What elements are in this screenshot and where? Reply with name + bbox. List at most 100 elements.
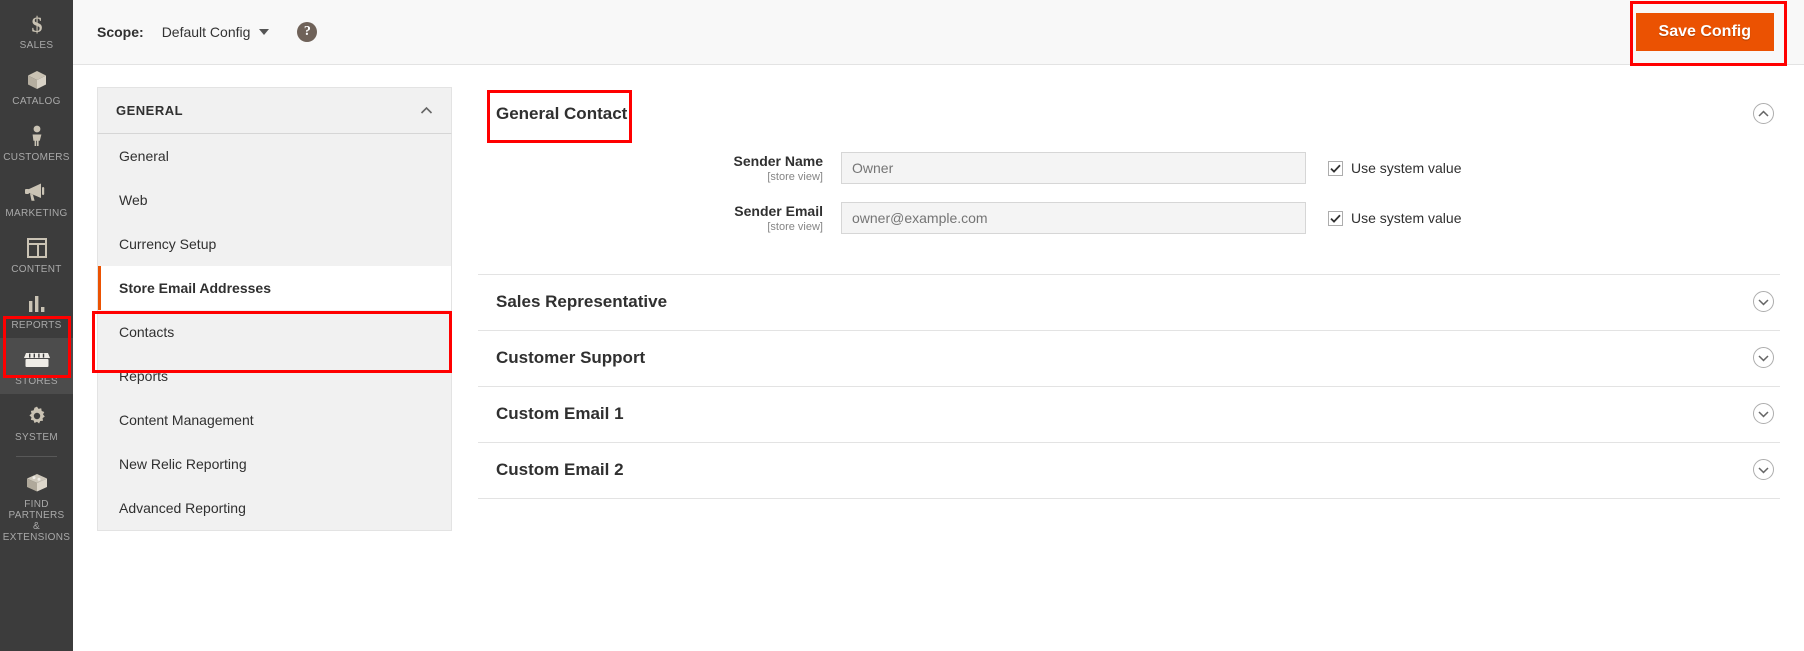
main-content: Scope: Default Config ? Save Config GENE… <box>73 0 1804 651</box>
sidebar-item-customers[interactable]: CUSTOMERS <box>0 114 73 170</box>
sidebar-item-label: CUSTOMERS <box>3 152 70 163</box>
config-nav-item-new-relic-reporting[interactable]: New Relic Reporting <box>98 442 451 486</box>
config-nav-item-label: Contacts <box>119 324 175 340</box>
config-nav-item-label: New Relic Reporting <box>119 456 247 472</box>
config-nav-item-contacts[interactable]: Contacts <box>98 310 451 354</box>
section-header-general-contact[interactable]: General Contact <box>478 87 1780 143</box>
config-nav-group-label: GENERAL <box>116 103 184 118</box>
config-nav-item-label: Currency Setup <box>119 236 217 252</box>
section-title: Custom Email 2 <box>496 459 624 479</box>
scope-label: Scope: <box>97 24 144 40</box>
section-general-contact: General Contact Sender Name [store view] <box>478 87 1780 275</box>
section-custom-email-1: Custom Email 1 <box>478 387 1780 443</box>
config-nav-item-store-email-addresses[interactable]: Store Email Addresses <box>98 266 451 310</box>
section-custom-email-2: Custom Email 2 <box>478 443 1780 499</box>
field-row-sender-email: Sender Email [store view] Use system val… <box>478 202 1780 234</box>
sidebar-item-label: MARKETING <box>5 208 68 219</box>
sidebar-item-system[interactable]: SYSTEM <box>0 394 73 450</box>
section-title: General Contact <box>496 103 628 123</box>
chevron-down-icon <box>259 29 270 35</box>
config-nav-item-advanced-reporting[interactable]: Advanced Reporting <box>98 486 451 530</box>
sidebar-item-marketing[interactable]: MARKETING <box>0 170 73 226</box>
sender-name-input[interactable] <box>841 152 1306 184</box>
sidebar-item-catalog[interactable]: CATALOG <box>0 58 73 114</box>
section-header-sales-representative[interactable]: Sales Representative <box>478 275 1780 330</box>
scope-selector[interactable]: Default Config <box>162 24 270 40</box>
chevron-up-icon <box>420 104 433 117</box>
section-header-customer-support[interactable]: Customer Support <box>478 331 1780 386</box>
sidebar-item-label: SYSTEM <box>15 432 58 443</box>
sender-email-input[interactable] <box>841 202 1306 234</box>
box-icon <box>25 67 49 93</box>
use-system-value-sender-email[interactable]: Use system value <box>1328 210 1461 226</box>
sidebar-item-find-partners-extensions[interactable]: FIND PARTNERS & EXTENSIONS <box>0 461 73 550</box>
use-system-value-sender-name[interactable]: Use system value <box>1328 160 1461 176</box>
config-nav-item-label: Reports <box>119 368 169 384</box>
sidebar-item-sales[interactable]: $ SALES <box>0 2 73 58</box>
field-label-text: Sender Name <box>733 152 823 169</box>
save-config-button[interactable]: Save Config <box>1635 13 1774 51</box>
field-scope-text: [store view] <box>767 220 823 233</box>
storefront-icon <box>23 347 50 373</box>
section-sales-representative: Sales Representative <box>478 275 1780 331</box>
sidebar-item-label: CATALOG <box>12 96 61 107</box>
config-nav-item-currency-setup[interactable]: Currency Setup <box>98 222 451 266</box>
section-header-custom-email-2[interactable]: Custom Email 2 <box>478 443 1780 498</box>
sidebar-item-content[interactable]: CONTENT <box>0 226 73 282</box>
field-row-sender-name: Sender Name [store view] Use system valu… <box>478 152 1780 184</box>
config-nav-item-web[interactable]: Web <box>98 178 451 222</box>
page-header: Scope: Default Config ? Save Config <box>73 0 1804 66</box>
chevron-down-circle-icon[interactable] <box>1753 291 1774 312</box>
chevron-down-circle-icon[interactable] <box>1753 403 1774 424</box>
config-nav-panel: GENERAL General Web Currency Setup Store… <box>92 87 452 531</box>
admin-config-page: $ SALES CATALOG CUSTOMERS MARKETING CONT… <box>0 0 1804 651</box>
admin-sidebar: $ SALES CATALOG CUSTOMERS MARKETING CONT… <box>0 0 73 651</box>
config-nav-item-label: Content Management <box>119 412 254 428</box>
config-nav-item-label: Store Email Addresses <box>119 280 271 296</box>
config-nav-list: General Web Currency Setup Store Email A… <box>97 134 452 531</box>
config-nav-item-reports[interactable]: Reports <box>98 354 451 398</box>
field-label-text: Sender Email <box>734 202 823 219</box>
section-title: Sales Representative <box>496 291 668 311</box>
sidebar-item-label-line1: FIND PARTNERS <box>8 499 65 521</box>
field-label-sender-name: Sender Name [store view] <box>478 153 841 184</box>
config-nav-item-label: Web <box>119 192 148 208</box>
chevron-down-circle-icon[interactable] <box>1753 347 1774 368</box>
field-scope-text: [store view] <box>767 170 823 183</box>
svg-text:$: $ <box>31 12 42 36</box>
chevron-down-circle-icon[interactable] <box>1753 459 1774 480</box>
checkbox-checked-icon[interactable] <box>1328 210 1343 226</box>
section-header-custom-email-1[interactable]: Custom Email 1 <box>478 387 1780 442</box>
sidebar-item-label-line2: & EXTENSIONS <box>2 521 71 543</box>
sidebar-item-reports[interactable]: REPORTS <box>0 282 73 338</box>
sidebar-item-stores[interactable]: STORES <box>0 338 73 394</box>
config-sections: General Contact Sender Name [store view] <box>478 87 1780 531</box>
megaphone-icon <box>24 179 50 205</box>
section-title: Custom Email 1 <box>496 403 624 423</box>
config-nav-group-general[interactable]: GENERAL <box>97 87 452 134</box>
layout-icon <box>26 235 48 261</box>
sidebar-item-label: REPORTS <box>11 320 62 331</box>
help-icon[interactable]: ? <box>297 22 318 42</box>
config-nav-item-label: General <box>119 148 169 164</box>
gear-icon <box>26 403 48 429</box>
sidebar-item-label: CONTENT <box>11 264 62 275</box>
person-icon <box>26 123 48 149</box>
sidebar-item-label: SALES <box>19 40 54 51</box>
config-nav-item-general[interactable]: General <box>98 134 451 178</box>
field-label-sender-email: Sender Email [store view] <box>478 203 841 234</box>
section-body-general-contact: Sender Name [store view] Use system valu… <box>478 142 1780 274</box>
config-nav-item-content-management[interactable]: Content Management <box>98 398 451 442</box>
save-config-wrapper: Save Config <box>1629 1 1787 66</box>
section-customer-support: Customer Support <box>478 331 1780 387</box>
chevron-up-circle-icon[interactable] <box>1753 103 1774 124</box>
sidebar-item-label: STORES <box>15 376 58 387</box>
use-system-value-label: Use system value <box>1351 210 1462 226</box>
checkbox-checked-icon[interactable] <box>1328 160 1343 176</box>
scope-selected-value: Default Config <box>161 24 251 40</box>
sidebar-divider <box>16 456 57 457</box>
bar-chart-icon <box>26 291 48 317</box>
config-nav-item-label: Advanced Reporting <box>119 500 246 516</box>
config-body: GENERAL General Web Currency Setup Store… <box>73 65 1804 531</box>
extension-box-icon <box>25 470 49 496</box>
